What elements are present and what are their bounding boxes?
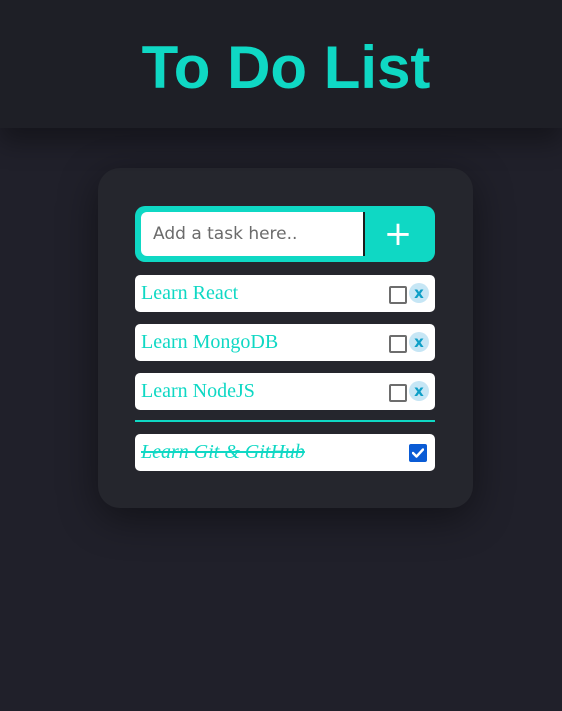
task-input[interactable] [141, 212, 365, 256]
completed-divider [135, 420, 435, 422]
task-label: Learn MongoDB [141, 331, 279, 353]
task-checkbox[interactable] [389, 335, 407, 353]
task-label: Learn Git & GitHub [141, 441, 305, 463]
page-title: To Do List [141, 34, 431, 101]
add-task-button[interactable]: + [367, 206, 429, 262]
close-icon: x [414, 382, 424, 400]
task-item: Learn MongoDB x [135, 324, 435, 361]
add-task-form: + [135, 206, 435, 262]
task-checkbox[interactable] [409, 444, 427, 462]
task-checkbox[interactable] [389, 286, 407, 304]
todo-card: + Learn React x Learn MongoDB x Learn No… [98, 168, 473, 508]
delete-task-button[interactable]: x [409, 332, 429, 352]
plus-icon: + [383, 214, 413, 254]
task-label: Learn React [141, 282, 239, 304]
task-label: Learn NodeJS [141, 380, 255, 402]
close-icon: x [414, 333, 424, 351]
task-checkbox[interactable] [389, 384, 407, 402]
close-icon: x [414, 284, 424, 302]
task-item: Learn NodeJS x [135, 373, 435, 410]
task-item: Learn React x [135, 275, 435, 312]
app-header: To Do List [0, 0, 562, 128]
completed-task-item: Learn Git & GitHub [135, 434, 435, 471]
delete-task-button[interactable]: x [409, 283, 429, 303]
checkmark-icon [412, 448, 424, 458]
delete-task-button[interactable]: x [409, 381, 429, 401]
